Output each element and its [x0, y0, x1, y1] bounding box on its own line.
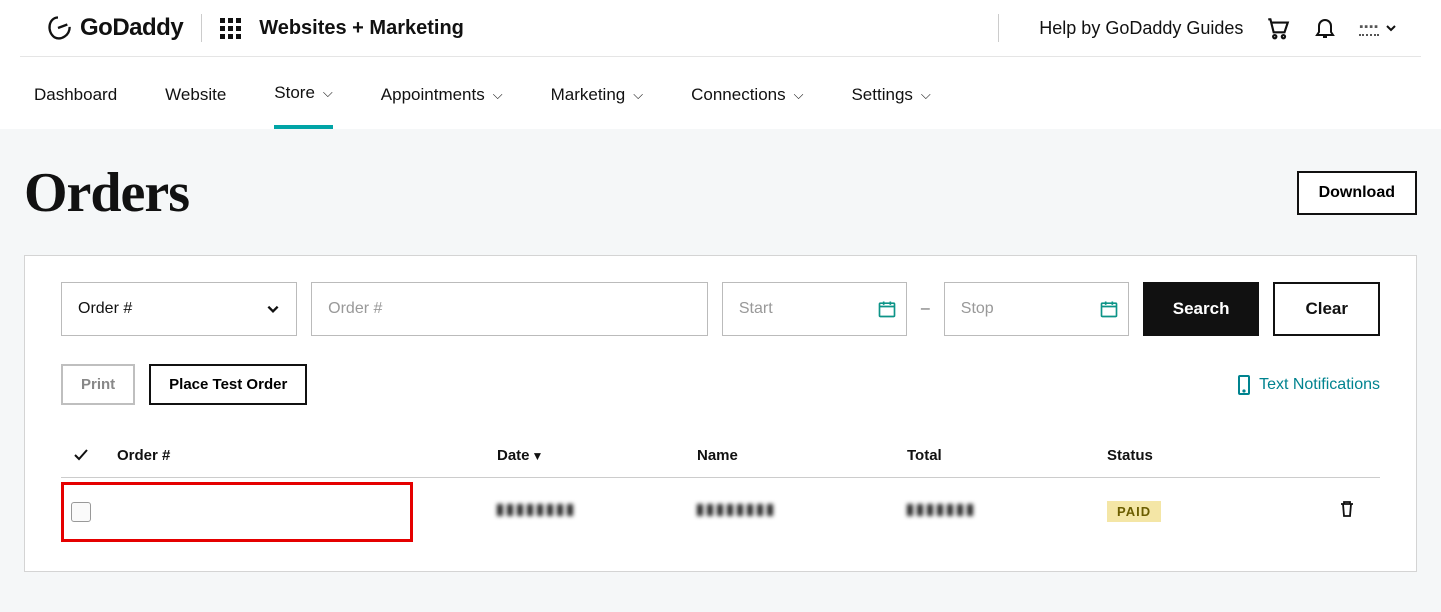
user-menu[interactable]: ▪▪▪▪ — [1359, 21, 1397, 36]
print-button: Print — [61, 364, 135, 405]
chevron-down-icon — [266, 302, 280, 316]
main-nav: Dashboard Website Store⌵ Appointments⌵ M… — [0, 57, 1441, 129]
phone-icon — [1237, 375, 1251, 395]
checkmark-icon — [72, 446, 90, 464]
nav-connections[interactable]: Connections⌵ — [691, 83, 803, 129]
brand-name: GoDaddy — [80, 14, 183, 42]
godaddy-logo-icon — [44, 14, 72, 42]
calendar-icon[interactable] — [877, 299, 897, 319]
nav-dashboard[interactable]: Dashboard — [34, 83, 117, 129]
trash-icon[interactable] — [1339, 500, 1355, 518]
chevron-down-icon: ⌵ — [633, 87, 643, 103]
filter-field-select[interactable]: Order # — [61, 282, 297, 336]
chevron-down-icon: ⌵ — [493, 87, 503, 103]
download-button[interactable]: Download — [1297, 171, 1417, 215]
col-header-name[interactable]: Name — [697, 447, 907, 464]
nav-appointments[interactable]: Appointments⌵ — [381, 83, 503, 129]
cart-icon[interactable] — [1265, 15, 1291, 41]
row-checkbox[interactable] — [71, 502, 91, 522]
col-header-date[interactable]: Date▼ — [497, 447, 697, 464]
cell-status: PAID — [1107, 503, 1317, 521]
apps-grid-icon[interactable] — [220, 18, 241, 39]
divider — [201, 14, 202, 42]
chevron-down-icon: ⌵ — [323, 85, 333, 101]
place-test-order-button[interactable]: Place Test Order — [149, 364, 307, 405]
divider — [998, 14, 999, 42]
text-notifications-link[interactable]: Text Notifications — [1237, 375, 1380, 395]
clear-button[interactable]: Clear — [1273, 282, 1380, 336]
nav-settings[interactable]: Settings⌵ — [851, 83, 930, 129]
brand-logo[interactable]: GoDaddy — [44, 14, 183, 42]
search-button[interactable]: Search — [1143, 282, 1260, 336]
sort-desc-icon: ▼ — [532, 449, 544, 463]
product-name: Websites + Marketing — [259, 17, 464, 40]
order-search-input[interactable] — [311, 282, 708, 336]
status-badge: PAID — [1107, 501, 1161, 522]
chevron-down-icon — [1385, 22, 1397, 34]
table-header-row: Order # Date▼ Name Total Status — [61, 433, 1380, 478]
cell-total — [907, 503, 1107, 521]
cell-date — [497, 503, 697, 521]
chevron-down-icon: ⌵ — [921, 87, 931, 103]
page-title: Orders — [24, 161, 189, 225]
help-link[interactable]: Help by GoDaddy Guides — [1039, 18, 1243, 39]
calendar-icon[interactable] — [1099, 299, 1119, 319]
col-header-total[interactable]: Total — [907, 447, 1107, 464]
nav-website[interactable]: Website — [165, 83, 226, 129]
select-all-toggle[interactable] — [71, 445, 91, 465]
nav-marketing[interactable]: Marketing⌵ — [551, 83, 644, 129]
col-header-status[interactable]: Status — [1107, 447, 1317, 464]
nav-store[interactable]: Store⌵ — [274, 83, 333, 129]
col-header-order[interactable]: Order # — [117, 447, 497, 464]
bell-icon[interactable] — [1313, 15, 1337, 41]
cell-name — [697, 503, 907, 521]
date-range-divider: – — [921, 300, 930, 318]
chevron-down-icon: ⌵ — [794, 87, 804, 103]
table-row[interactable]: PAID — [61, 478, 1380, 545]
